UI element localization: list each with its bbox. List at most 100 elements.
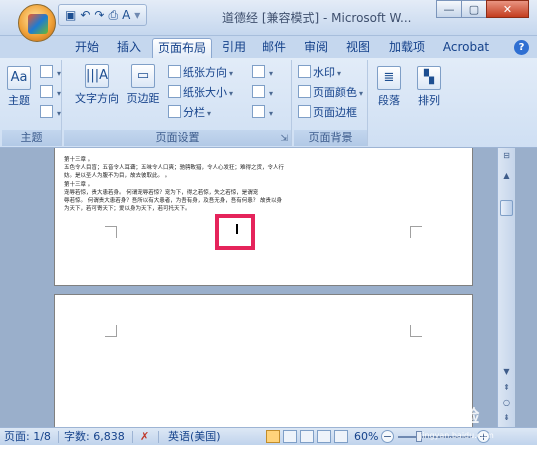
breaks-icon [252, 65, 265, 78]
dropdown-arrow-icon: ▾ [229, 69, 234, 78]
document-line: 五色令人目盲；五音令人耳聋；五味令人口爽；驰骋畋猎，令人心发狂；难得之货，令人行 [64, 165, 285, 172]
next-page-icon[interactable]: ⇟ [499, 410, 514, 425]
dropdown-arrow-icon: ▾ [229, 89, 234, 98]
hyphenation-button[interactable]: ▾ [252, 104, 273, 122]
hyphenation-icon [252, 105, 265, 118]
title-bar: ▣ ↶ ↷ ⎙ A ▾ 道德经 [兼容模式] - Microsoft W... … [0, 0, 537, 36]
theme-colors-icon [40, 65, 53, 78]
tab-view[interactable]: 视图 [343, 38, 373, 58]
page-color-label: 页面颜色 [313, 86, 357, 99]
dropdown-arrow-icon: ▾ [57, 69, 62, 78]
redo-icon[interactable]: ↷ [94, 6, 104, 24]
format-icon[interactable]: A [122, 6, 130, 24]
page-borders-icon [298, 105, 311, 118]
page-borders-button[interactable]: 页面边框 [298, 104, 357, 122]
document-line: 第十三章 。 [64, 157, 94, 163]
maximize-button[interactable]: ▢ [461, 0, 487, 18]
margins-label: 页边距 [126, 92, 160, 105]
outline-view-button[interactable] [317, 430, 331, 443]
arrange-icon: ▚ [417, 66, 441, 90]
paragraph-label: 段落 [378, 94, 400, 107]
tab-page-layout[interactable]: 页面布局 [152, 38, 212, 58]
customize-qat-icon[interactable]: ▾ [134, 6, 140, 24]
tab-home[interactable]: 开始 [72, 38, 102, 58]
orientation-label: 纸张方向 [183, 66, 227, 79]
close-button[interactable]: ✕ [486, 0, 529, 18]
minimize-button[interactable]: — [436, 0, 462, 18]
page-setup-group-label: 页面设置 [64, 130, 291, 146]
tab-addins[interactable]: 加载项 [387, 38, 427, 58]
proofing-icon[interactable]: ✗ [140, 428, 149, 446]
dropdown-arrow-icon: ▾ [337, 69, 342, 78]
margin-corner-mark [410, 325, 422, 337]
draft-view-button[interactable] [334, 430, 348, 443]
watermark-icon [298, 65, 311, 78]
tab-references[interactable]: 引用 [219, 38, 249, 58]
vertical-scrollbar[interactable]: ⊟ ▲ ▼ ⇞ ○ ⇟ [497, 148, 515, 427]
text-direction-button[interactable]: |||A 文字方向 [74, 64, 120, 106]
tab-mailings[interactable]: 邮件 [259, 38, 289, 58]
quick-access-toolbar: ▣ ↶ ↷ ⎙ A ▾ [58, 4, 148, 26]
size-icon [168, 85, 181, 98]
arrange-button[interactable]: ▚ 排列 [414, 66, 444, 108]
theme-effects-button[interactable]: ▾ [40, 104, 61, 122]
page-setup-group: |||A 文字方向 ▭ 页边距 纸张方向 ▾ 纸张大小 ▾ 分栏 ▾ ▾ ▾ ▾ 页面… [64, 60, 292, 146]
zoom-level[interactable]: 60% [354, 428, 378, 446]
size-button[interactable]: 纸张大小 ▾ [168, 84, 233, 102]
orientation-icon [168, 65, 181, 78]
dropdown-arrow-icon: ▾ [207, 109, 212, 118]
orientation-button[interactable]: 纸张方向 ▾ [168, 64, 233, 82]
document-line: 为天下，若可寄天下；爱以身为天下，若可托天下。 [64, 206, 191, 213]
themes-button[interactable]: Aa 主题 [6, 66, 32, 108]
watermark-button[interactable]: 水印 ▾ [298, 64, 341, 82]
word-count[interactable]: 字数: 6,838 [64, 428, 125, 446]
dropdown-arrow-icon: ▾ [57, 89, 62, 98]
document-line: 辱若惊。 何谓贵大患若身？吾所以有大患者，为吾有身，及吾无身，吾有何患？ 故贵以… [64, 198, 282, 205]
print-preview-icon[interactable]: ⎙ [108, 6, 118, 24]
status-divider [58, 431, 59, 443]
zoom-out-icon[interactable]: − [381, 430, 394, 443]
document-text[interactable]: 第十三章 。 五色令人目盲；五音令人耳聋；五味令人口爽；驰骋畋猎，令人心发狂；难… [64, 156, 364, 213]
margins-button[interactable]: ▭ 页边距 [122, 64, 164, 106]
dropdown-arrow-icon: ▾ [269, 69, 274, 78]
page-color-button[interactable]: 页面颜色 ▾ [298, 84, 363, 102]
print-layout-view-button[interactable] [266, 430, 280, 443]
undo-icon[interactable]: ↶ [80, 6, 90, 24]
dialog-launcher-icon[interactable]: ⇲ [280, 134, 288, 144]
tab-review[interactable]: 审阅 [301, 38, 331, 58]
scrollbar-thumb[interactable] [500, 200, 513, 216]
arrange-group: ▚ 排列 [410, 60, 448, 146]
watermark-label: 水印 [313, 66, 335, 79]
paragraph-icon: ≣ [377, 66, 401, 90]
paragraph-button[interactable]: ≣ 段落 [374, 66, 404, 108]
page-count[interactable]: 页面: 1/8 [4, 428, 51, 446]
tab-insert[interactable]: 插入 [114, 38, 144, 58]
tab-acrobat[interactable]: Acrobat [440, 38, 492, 58]
columns-icon [168, 105, 181, 118]
page-borders-label: 页面边框 [313, 106, 357, 119]
scroll-down-icon[interactable]: ▼ [499, 364, 514, 379]
scroll-up-icon[interactable]: ▲ [499, 168, 514, 183]
office-button[interactable] [18, 4, 56, 42]
web-layout-view-button[interactable] [300, 430, 314, 443]
dropdown-arrow-icon: ▾ [269, 89, 274, 98]
line-numbers-button[interactable]: ▾ [252, 84, 273, 102]
ribbon: Aa 主题 ▾ ▾ ▾ 主题 |||A 文字方向 ▭ 页边距 纸张方向 ▾ 纸张大… [0, 58, 537, 148]
previous-page-icon[interactable]: ⇞ [499, 380, 514, 395]
theme-fonts-button[interactable]: ▾ [40, 84, 61, 102]
document-line: 妨。是以圣人为腹不为目，故去彼取此。 。 [64, 173, 171, 180]
language-indicator[interactable]: 英语(美国) [168, 428, 221, 446]
document-line: 宠辱若惊，贵大患若身。 何谓宠辱若惊？宠为下，得之若惊，失之若惊，是谓宠 [64, 189, 259, 196]
theme-group: Aa 主题 ▾ ▾ ▾ 主题 [2, 60, 62, 146]
page-color-icon [298, 85, 311, 98]
margin-corner-mark [410, 226, 422, 238]
theme-colors-button[interactable]: ▾ [40, 64, 61, 82]
columns-button[interactable]: 分栏 ▾ [168, 104, 211, 122]
ruler-toggle-icon[interactable]: ⊟ [499, 148, 514, 163]
baidu-jingyan-url: jingyan.baidu.com [420, 431, 494, 440]
save-icon[interactable]: ▣ [65, 6, 76, 24]
breaks-button[interactable]: ▾ [252, 64, 273, 82]
browse-object-icon[interactable]: ○ [499, 395, 514, 410]
full-screen-view-button[interactable] [283, 430, 297, 443]
help-icon[interactable]: ? [514, 40, 529, 55]
